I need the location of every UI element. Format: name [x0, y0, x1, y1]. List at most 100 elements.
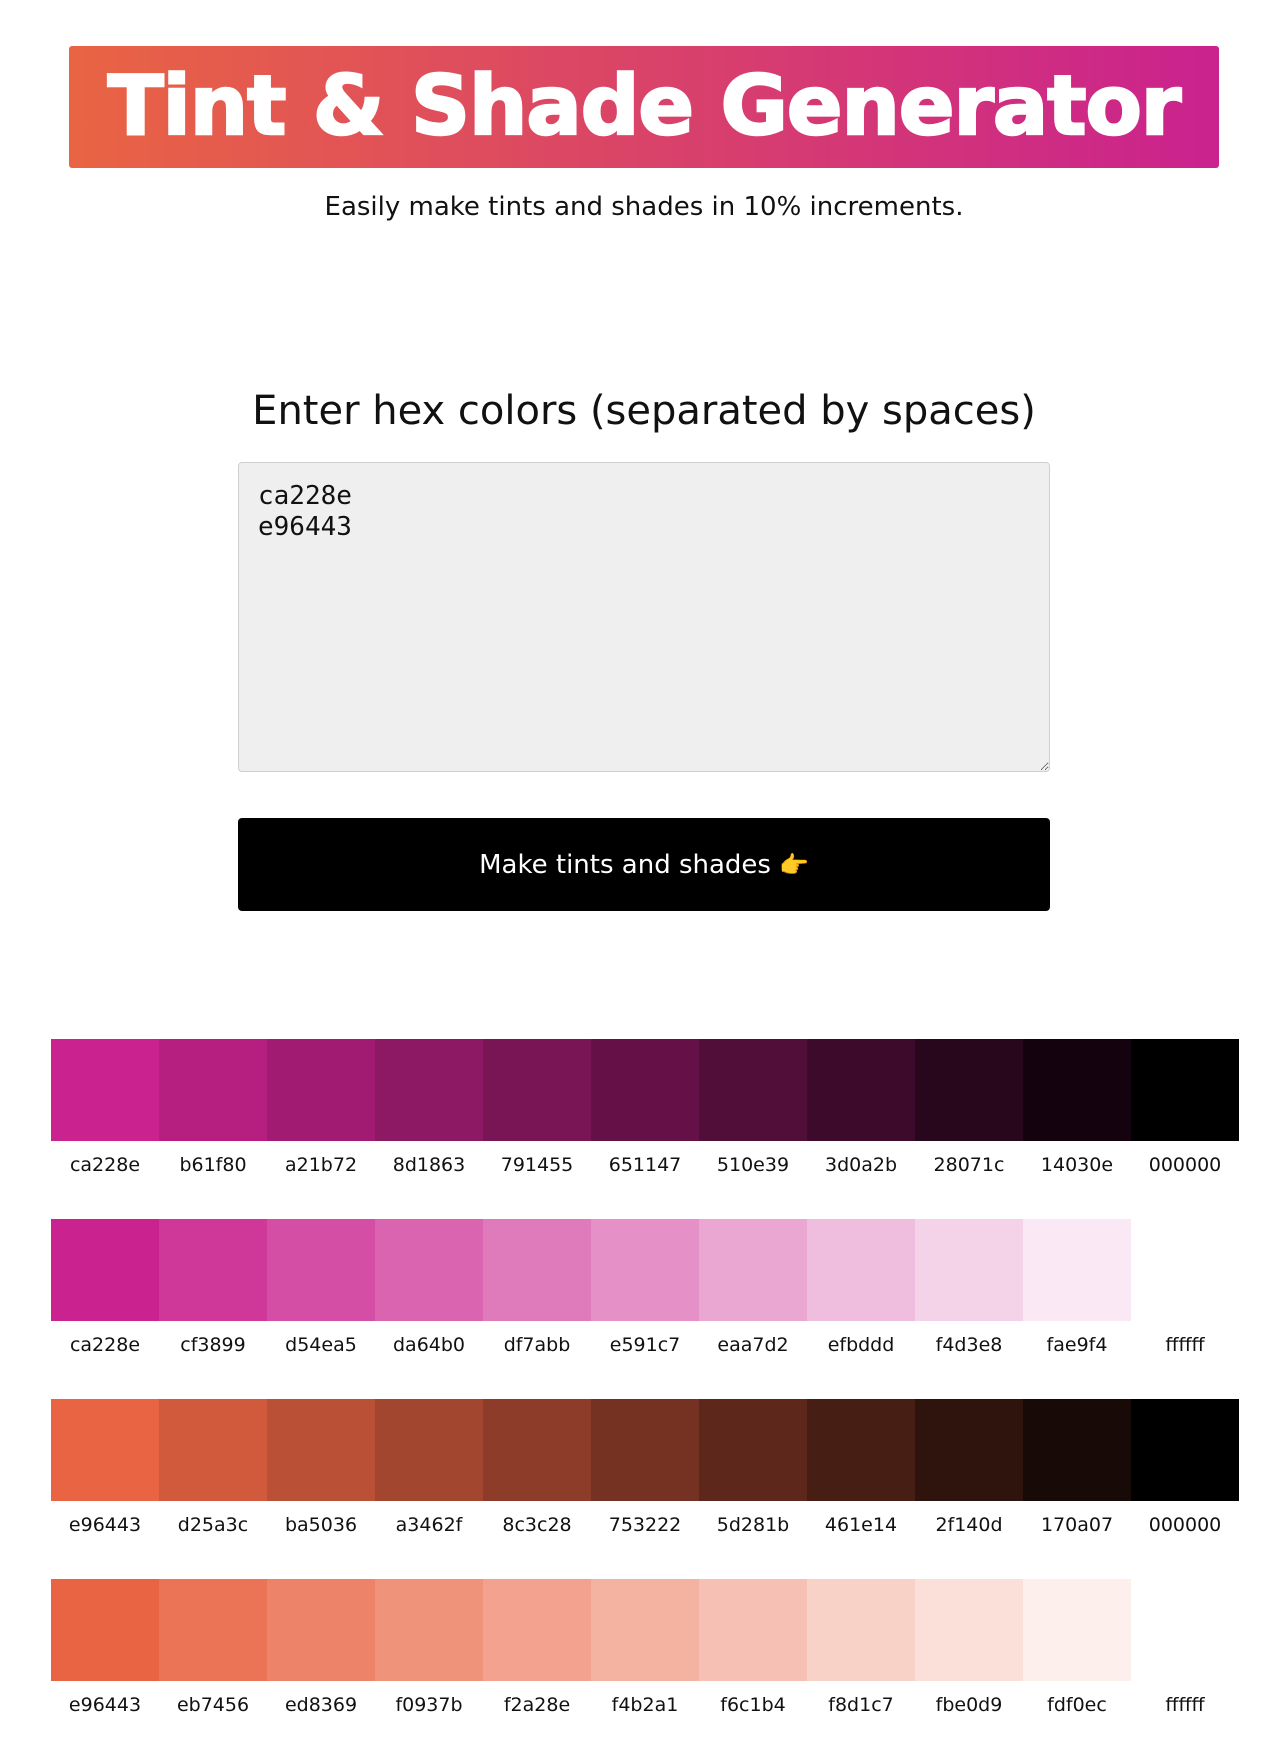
color-swatch[interactable]: eaa7d2 [699, 1219, 807, 1356]
swatch-hex-label[interactable]: fbe0d9 [915, 1694, 1023, 1716]
swatch-chip[interactable] [699, 1219, 807, 1321]
swatch-chip[interactable] [591, 1219, 699, 1321]
color-swatch[interactable]: 791455 [483, 1039, 591, 1176]
swatch-hex-label[interactable]: d25a3c [159, 1514, 267, 1536]
swatch-chip[interactable] [807, 1219, 915, 1321]
swatch-hex-label[interactable]: f6c1b4 [699, 1694, 807, 1716]
color-swatch[interactable]: e591c7 [591, 1219, 699, 1356]
swatch-hex-label[interactable]: ffffff [1131, 1334, 1239, 1356]
swatch-hex-label[interactable]: f8d1c7 [807, 1694, 915, 1716]
swatch-hex-label[interactable]: ca228e [51, 1334, 159, 1356]
color-swatch[interactable]: f4d3e8 [915, 1219, 1023, 1356]
hex-colors-input[interactable] [238, 462, 1050, 772]
swatch-hex-label[interactable]: da64b0 [375, 1334, 483, 1356]
swatch-chip[interactable] [375, 1579, 483, 1681]
swatch-chip[interactable] [1023, 1039, 1131, 1141]
swatch-chip[interactable] [483, 1039, 591, 1141]
color-swatch[interactable]: ba5036 [267, 1399, 375, 1536]
color-swatch[interactable]: ca228e [51, 1219, 159, 1356]
swatch-hex-label[interactable]: fdf0ec [1023, 1694, 1131, 1716]
swatch-chip[interactable] [591, 1579, 699, 1681]
swatch-chip[interactable] [159, 1579, 267, 1681]
swatch-chip[interactable] [699, 1399, 807, 1501]
swatch-chip[interactable] [375, 1399, 483, 1501]
swatch-chip[interactable] [159, 1219, 267, 1321]
swatch-hex-label[interactable]: 791455 [483, 1154, 591, 1176]
make-tints-shades-button[interactable]: Make tints and shades 👉 [238, 818, 1050, 911]
swatch-hex-label[interactable]: ed8369 [267, 1694, 375, 1716]
swatch-chip[interactable] [1131, 1399, 1239, 1501]
swatch-hex-label[interactable]: f0937b [375, 1694, 483, 1716]
swatch-hex-label[interactable]: 8d1863 [375, 1154, 483, 1176]
swatch-chip[interactable] [1023, 1399, 1131, 1501]
color-swatch[interactable]: ca228e [51, 1039, 159, 1176]
swatch-chip[interactable] [51, 1039, 159, 1141]
color-swatch[interactable]: ffffff [1131, 1579, 1239, 1716]
color-swatch[interactable]: fdf0ec [1023, 1579, 1131, 1716]
swatch-hex-label[interactable]: efbddd [807, 1334, 915, 1356]
color-swatch[interactable]: cf3899 [159, 1219, 267, 1356]
color-swatch[interactable]: e96443 [51, 1399, 159, 1536]
swatch-hex-label[interactable]: 8c3c28 [483, 1514, 591, 1536]
swatch-chip[interactable] [699, 1579, 807, 1681]
color-swatch[interactable]: df7abb [483, 1219, 591, 1356]
color-swatch[interactable]: 000000 [1131, 1399, 1239, 1536]
swatch-hex-label[interactable]: e96443 [51, 1514, 159, 1536]
color-swatch[interactable]: 000000 [1131, 1039, 1239, 1176]
swatch-chip[interactable] [807, 1579, 915, 1681]
swatch-chip[interactable] [51, 1579, 159, 1681]
color-swatch[interactable]: efbddd [807, 1219, 915, 1356]
swatch-hex-label[interactable]: eaa7d2 [699, 1334, 807, 1356]
color-swatch[interactable]: 8c3c28 [483, 1399, 591, 1536]
swatch-chip[interactable] [483, 1399, 591, 1501]
swatch-chip[interactable] [51, 1399, 159, 1501]
swatch-hex-label[interactable]: a3462f [375, 1514, 483, 1536]
color-swatch[interactable]: a3462f [375, 1399, 483, 1536]
color-swatch[interactable]: ffffff [1131, 1219, 1239, 1356]
swatch-hex-label[interactable]: 14030e [1023, 1154, 1131, 1176]
color-swatch[interactable]: e96443 [51, 1579, 159, 1716]
color-swatch[interactable]: 3d0a2b [807, 1039, 915, 1176]
color-swatch[interactable]: 2f140d [915, 1399, 1023, 1536]
swatch-hex-label[interactable]: b61f80 [159, 1154, 267, 1176]
swatch-hex-label[interactable]: 000000 [1131, 1514, 1239, 1536]
swatch-hex-label[interactable]: 170a07 [1023, 1514, 1131, 1536]
swatch-chip[interactable] [267, 1039, 375, 1141]
swatch-hex-label[interactable]: 651147 [591, 1154, 699, 1176]
swatch-chip[interactable] [267, 1219, 375, 1321]
swatch-chip[interactable] [267, 1579, 375, 1681]
swatch-hex-label[interactable]: df7abb [483, 1334, 591, 1356]
swatch-hex-label[interactable]: 753222 [591, 1514, 699, 1536]
swatch-chip[interactable] [807, 1399, 915, 1501]
color-swatch[interactable]: 28071c [915, 1039, 1023, 1176]
swatch-hex-label[interactable]: e96443 [51, 1694, 159, 1716]
swatch-chip[interactable] [915, 1219, 1023, 1321]
color-swatch[interactable]: f8d1c7 [807, 1579, 915, 1716]
swatch-chip[interactable] [915, 1579, 1023, 1681]
swatch-hex-label[interactable]: f2a28e [483, 1694, 591, 1716]
swatch-chip[interactable] [915, 1039, 1023, 1141]
color-swatch[interactable]: eb7456 [159, 1579, 267, 1716]
color-swatch[interactable]: f2a28e [483, 1579, 591, 1716]
color-swatch[interactable]: ed8369 [267, 1579, 375, 1716]
color-swatch[interactable]: 651147 [591, 1039, 699, 1176]
color-swatch[interactable]: 461e14 [807, 1399, 915, 1536]
swatch-hex-label[interactable]: f4b2a1 [591, 1694, 699, 1716]
swatch-hex-label[interactable]: 461e14 [807, 1514, 915, 1536]
color-swatch[interactable]: 753222 [591, 1399, 699, 1536]
swatch-chip[interactable] [1131, 1039, 1239, 1141]
swatch-chip[interactable] [375, 1219, 483, 1321]
swatch-hex-label[interactable]: ba5036 [267, 1514, 375, 1536]
swatch-hex-label[interactable]: 510e39 [699, 1154, 807, 1176]
swatch-hex-label[interactable]: d54ea5 [267, 1334, 375, 1356]
swatch-chip[interactable] [591, 1399, 699, 1501]
swatch-chip[interactable] [807, 1039, 915, 1141]
swatch-chip[interactable] [699, 1039, 807, 1141]
swatch-hex-label[interactable]: ffffff [1131, 1694, 1239, 1716]
color-swatch[interactable]: b61f80 [159, 1039, 267, 1176]
swatch-chip[interactable] [1131, 1579, 1239, 1681]
color-swatch[interactable]: d25a3c [159, 1399, 267, 1536]
swatch-hex-label[interactable]: fae9f4 [1023, 1334, 1131, 1356]
swatch-hex-label[interactable]: a21b72 [267, 1154, 375, 1176]
swatch-chip[interactable] [1023, 1579, 1131, 1681]
